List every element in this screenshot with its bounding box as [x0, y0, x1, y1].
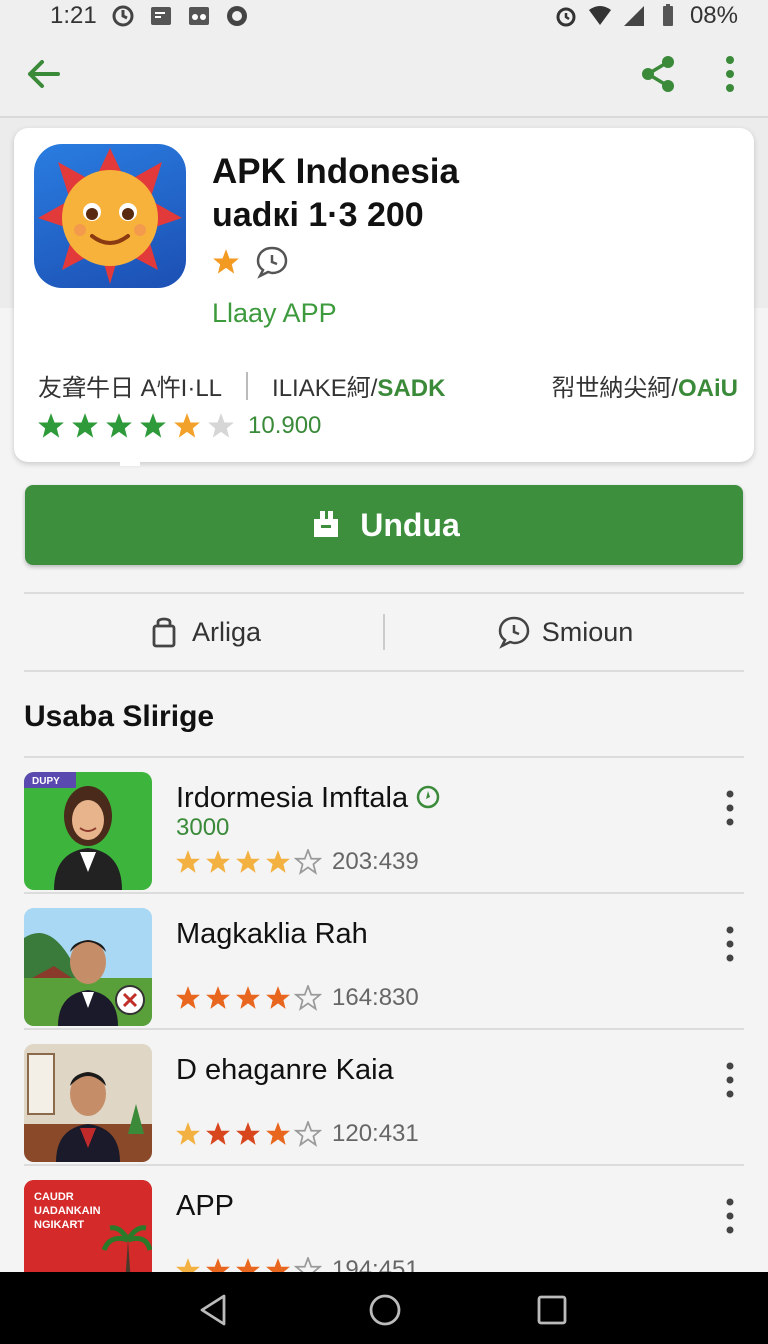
message-icon — [150, 7, 171, 25]
download-icon — [314, 511, 339, 537]
star-icon — [213, 249, 239, 274]
secondary-actions: Arliga Smioun — [24, 592, 744, 672]
share-icon[interactable] — [636, 52, 680, 96]
review-button[interactable]: Smioun — [385, 614, 744, 650]
app-meta-row: 友聋牛日 A忤I·LL ILIAKE䋍/SADK 㡂世納尖䋍/OAiU — [38, 368, 738, 403]
nav-recents-icon[interactable] — [534, 1292, 570, 1328]
star-icon — [38, 413, 64, 438]
more-vert-icon[interactable] — [720, 1196, 740, 1236]
circle-status-icon — [226, 6, 247, 26]
download-button-label: Unduа — [360, 506, 460, 543]
alarm-icon — [556, 7, 576, 27]
sync-icon — [112, 5, 134, 27]
list-item-title: D ehaganre Kaia — [176, 1054, 394, 1086]
star-icon — [236, 1122, 260, 1145]
app-info-card: APK Indonesia uadкi 1·3 200 Llaay APP 友聋… — [14, 128, 754, 462]
section-title: Usaba Slirige — [24, 700, 215, 733]
list-item[interactable]: DUPY Irdormesia Imftala 3000 203:439 — [24, 756, 744, 892]
voicemail-icon — [188, 7, 209, 25]
list-item-count: 164:830 — [332, 984, 419, 1011]
list-item[interactable]: D ehaganre Kaia 120:431 — [24, 1028, 744, 1164]
status-bar: 1:21 08% — [0, 0, 768, 32]
meta-item-3: 㡂世納尖䋍/OAiU — [551, 375, 738, 402]
wifi-icon — [588, 6, 611, 25]
system-nav-bar — [0, 1272, 768, 1344]
battery-icon — [662, 4, 673, 26]
more-vert-icon[interactable] — [712, 52, 748, 96]
list-item-subtitle: 3000 — [176, 814, 230, 841]
list-item-rating: 164:830 — [174, 984, 419, 1012]
more-vert-icon[interactable] — [720, 1060, 740, 1100]
list-item-title: Irdormesia Imftala — [176, 782, 440, 815]
more-vert-icon[interactable] — [720, 924, 740, 964]
list-item-rating: 203:439 — [174, 848, 419, 876]
list-item-title: Magkaklia Rah — [176, 918, 368, 950]
meta-item-2: ILIAKE䋍/SADK — [272, 375, 446, 402]
star-icon — [174, 413, 200, 438]
list-item-count: 120:431 — [332, 1120, 419, 1147]
wishlist-label: Arliga — [191, 616, 262, 647]
star-icon — [206, 1122, 230, 1145]
more-vert-icon[interactable] — [720, 788, 740, 828]
bag-icon — [152, 617, 176, 648]
app-thumbnail — [24, 908, 152, 1026]
app-thumbnail — [24, 1044, 152, 1162]
star-empty-icon — [294, 985, 322, 1011]
star-icon — [72, 413, 98, 438]
developer-link[interactable]: Llaay APP — [212, 298, 337, 329]
battery-percent: 08% — [689, 2, 738, 29]
star-icon — [236, 986, 260, 1009]
app-version: uadкi 1·3 200 — [212, 196, 424, 234]
meta-divider — [246, 371, 249, 400]
star-icon — [266, 1122, 290, 1145]
star-icon — [106, 413, 132, 438]
app-icon — [34, 144, 186, 288]
star-empty-icon — [294, 849, 322, 875]
list-item-rating: 120:431 — [174, 1120, 419, 1148]
chat-icon — [498, 616, 529, 649]
wishlist-button[interactable]: Arliga — [24, 614, 383, 650]
list-item[interactable]: Magkaklia Rah 164:830 — [24, 892, 744, 1028]
meta-item-1: 友聋牛日 A忤I·LL — [38, 375, 223, 402]
chat-icon[interactable] — [254, 244, 290, 280]
star-icon — [176, 1122, 200, 1145]
status-time: 1:21 — [50, 2, 97, 29]
star-icon — [206, 850, 230, 873]
download-button[interactable]: Unduа — [25, 485, 743, 565]
back-arrow-icon[interactable] — [22, 52, 66, 96]
star-icon — [206, 986, 230, 1009]
star-icon — [140, 413, 166, 438]
related-apps-list: DUPY Irdormesia Imftala 3000 203:439 Mag… — [24, 756, 744, 1300]
star-icon — [176, 850, 200, 873]
thumbnail-badge: DUPY — [32, 776, 60, 787]
app-rating: 10.900 — [36, 412, 321, 440]
star-empty-icon — [294, 1121, 322, 1147]
star-icon — [266, 986, 290, 1009]
list-item-count: 203:439 — [332, 848, 419, 875]
app-bar — [0, 32, 768, 118]
list-item-title: APP — [176, 1190, 235, 1222]
app-thumbnail: DUPY — [24, 772, 152, 890]
star-empty-icon — [208, 413, 234, 438]
star-icon — [176, 986, 200, 1009]
signal-icon — [623, 6, 644, 26]
review-label: Smioun — [541, 616, 634, 647]
nav-back-icon[interactable] — [196, 1292, 232, 1328]
star-icon — [236, 850, 260, 873]
app-title: APK Indonesia — [212, 152, 459, 191]
verified-icon — [416, 785, 440, 809]
card-notch — [120, 452, 140, 466]
nav-home-icon[interactable] — [367, 1292, 403, 1328]
rating-count: 10.900 — [248, 412, 322, 439]
star-icon — [266, 850, 290, 873]
